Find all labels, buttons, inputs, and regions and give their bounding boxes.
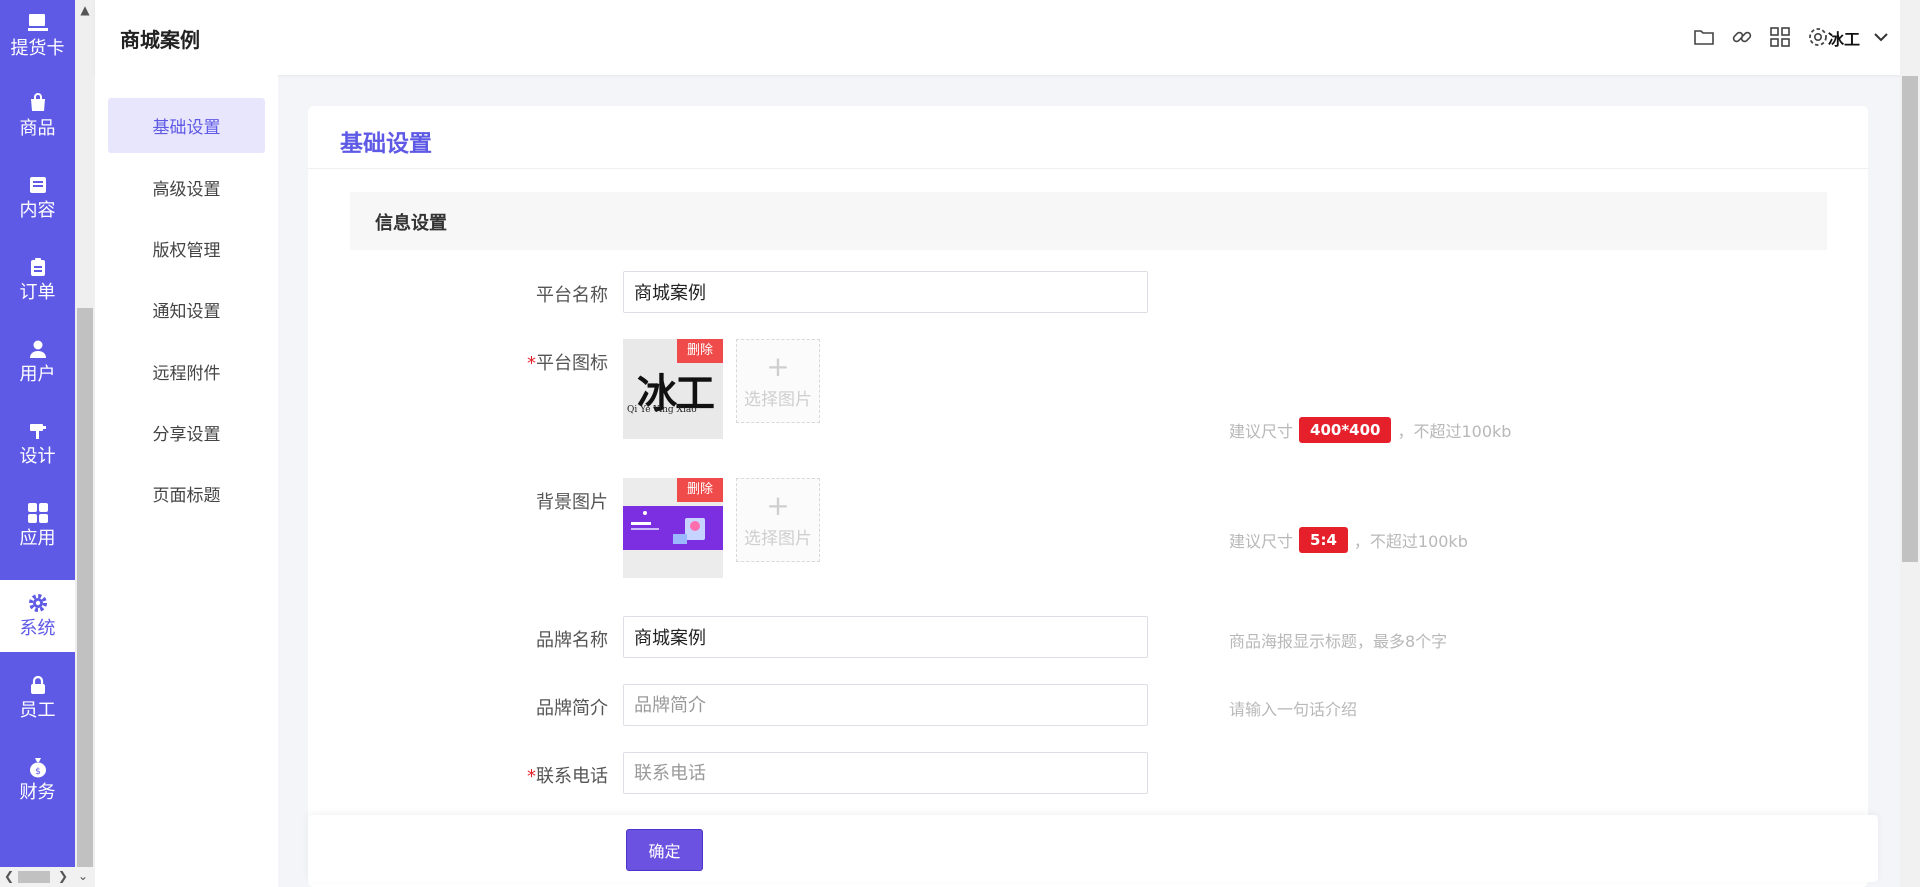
bag-icon: [27, 92, 49, 114]
brand-name-label: 品牌名称: [536, 630, 608, 651]
lock-icon: [27, 674, 49, 696]
background-size-hint: 建议尺寸 5:4 ，不超过100kb: [1229, 527, 1468, 553]
size-badge: 400*400: [1299, 417, 1392, 443]
link-icon[interactable]: [1730, 25, 1754, 49]
brand-name-input[interactable]: [623, 616, 1148, 658]
brand-intro-hint: 请输入一句话介绍: [1229, 700, 1358, 719]
rail-item-orders[interactable]: 订单: [0, 244, 75, 316]
confirm-button[interactable]: 确定: [626, 829, 703, 871]
header-tools: [1692, 25, 1830, 49]
background-image-thumb[interactable]: 删除: [623, 478, 723, 578]
form-footer: 确定: [308, 815, 1878, 882]
apps-icon[interactable]: [1768, 25, 1792, 49]
delete-background-button[interactable]: 删除: [677, 478, 723, 502]
rail-label: 商品: [19, 118, 56, 139]
rail-label: 订单: [19, 282, 56, 303]
brand-intro-label: 品牌简介: [536, 698, 608, 719]
brand-name-hint: 商品海报显示标题，最多8个字: [1229, 632, 1448, 651]
select-icon-button[interactable]: + 选择图片: [736, 339, 820, 423]
folder-icon[interactable]: [1692, 25, 1716, 49]
settings-icon[interactable]: [1806, 25, 1830, 49]
divider: [308, 168, 1868, 169]
rail-item-system[interactable]: 系统: [0, 580, 75, 652]
money-bag-icon: $: [27, 756, 49, 778]
platform-name-input[interactable]: [623, 271, 1148, 313]
document-icon: [27, 174, 49, 196]
subnav-item-copyright[interactable]: 版权管理: [108, 221, 265, 276]
logo-caption: Qi Ye Ying Xiao: [627, 405, 697, 415]
contact-phone-label: *联系电话: [527, 766, 608, 787]
scroll-down-arrow-icon[interactable]: ⌄: [78, 869, 88, 883]
rail-item-card[interactable]: 提货卡: [0, 0, 75, 72]
rail-label: 提货卡: [10, 38, 65, 59]
settings-card: 基础设置 信息设置 平台名称 *平台图标 冰工 Qi Ye Ying Xiao …: [308, 106, 1868, 887]
card-icon: [27, 12, 49, 34]
delete-icon-button[interactable]: 删除: [677, 339, 723, 363]
subnav-item-advanced[interactable]: 高级设置: [108, 160, 265, 215]
required-mark: *: [527, 766, 536, 787]
top-header: 商城案例 冰工: [95, 0, 1920, 75]
card-title: 基础设置: [340, 131, 432, 157]
subnav-item-basic[interactable]: 基础设置: [108, 98, 265, 153]
contact-phone-input[interactable]: [623, 752, 1148, 794]
section-header: 信息设置: [350, 192, 1827, 250]
rail-item-design[interactable]: 设计: [0, 408, 75, 480]
scroll-up-arrow-icon[interactable]: ▲: [75, 0, 95, 20]
plus-icon: +: [766, 349, 790, 383]
grid-icon: [27, 502, 49, 524]
rail-label: 员工: [19, 700, 56, 721]
rail-label: 应用: [19, 528, 56, 549]
rail-label: 系统: [19, 618, 56, 639]
settings-subnav: 基础设置 高级设置 版权管理 通知设置 远程附件 分享设置 页面标题: [95, 75, 278, 887]
required-mark: *: [527, 353, 536, 374]
gear-icon: [27, 592, 49, 614]
rail-item-staff[interactable]: 员工: [0, 662, 75, 734]
clipboard-icon: [27, 256, 49, 278]
page-scrollbar[interactable]: [1900, 0, 1920, 887]
rail-label: 设计: [19, 446, 56, 467]
icon-size-hint: 建议尺寸 400*400 ，不超过100kb: [1229, 417, 1511, 443]
rail-item-goods[interactable]: 商品: [0, 80, 75, 152]
brand-intro-input[interactable]: [623, 684, 1148, 726]
rail-label: 用户: [19, 364, 56, 385]
brush-icon: [27, 420, 49, 442]
horizontal-scrollbar[interactable]: ❮ ❯ ⌄: [0, 867, 95, 887]
scroll-left-arrow-icon[interactable]: ❮: [4, 869, 14, 883]
user-logo[interactable]: 冰工: [1828, 26, 1860, 50]
main-nav-rail: 提货卡 商品 内容 订单 用户 设计 应用 系统 员工 $ 财务: [0, 0, 75, 887]
horizontal-scroll-thumb[interactable]: [18, 871, 50, 883]
ratio-badge: 5:4: [1299, 527, 1348, 553]
page-title: 商城案例: [120, 28, 200, 52]
rail-scrollbar[interactable]: ▲: [75, 0, 95, 887]
user-icon: [27, 338, 49, 360]
rail-label: 内容: [19, 200, 56, 221]
subnav-item-page-title[interactable]: 页面标题: [108, 466, 265, 521]
rail-scroll-thumb[interactable]: [77, 308, 93, 868]
page-scroll-thumb[interactable]: [1902, 76, 1918, 562]
subnav-item-share[interactable]: 分享设置: [108, 405, 265, 460]
platform-name-label: 平台名称: [536, 285, 608, 306]
subnav-item-remote[interactable]: 远程附件: [108, 344, 265, 399]
chevron-down-icon[interactable]: [1872, 28, 1890, 46]
rail-item-apps[interactable]: 应用: [0, 490, 75, 562]
platform-icon-label: *平台图标: [527, 353, 608, 374]
select-background-button[interactable]: + 选择图片: [736, 478, 820, 562]
rail-item-finance[interactable]: $ 财务: [0, 744, 75, 816]
plus-icon: +: [766, 488, 790, 522]
background-image-label: 背景图片: [536, 492, 608, 513]
rail-label: 财务: [19, 782, 56, 803]
rail-item-users[interactable]: 用户: [0, 326, 75, 398]
scroll-right-arrow-icon[interactable]: ❯: [58, 869, 68, 883]
section-title: 信息设置: [375, 213, 447, 234]
platform-icon-image[interactable]: 冰工 Qi Ye Ying Xiao 删除: [623, 339, 723, 439]
subnav-item-notify[interactable]: 通知设置: [108, 282, 265, 337]
rail-item-content[interactable]: 内容: [0, 162, 75, 234]
svg-text:$: $: [35, 767, 41, 777]
